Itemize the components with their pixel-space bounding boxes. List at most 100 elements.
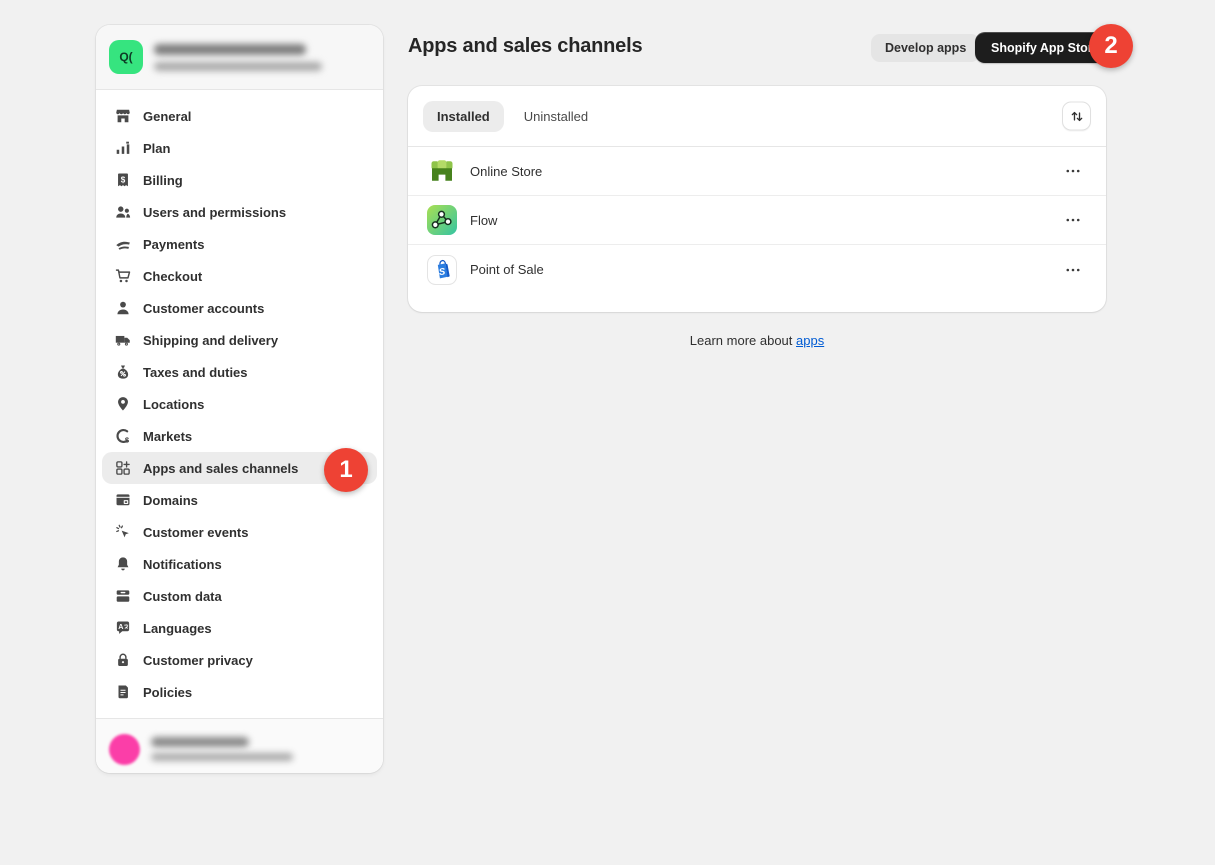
app-name: Online Store	[470, 164, 542, 179]
cart-icon	[113, 266, 133, 286]
person-icon	[113, 298, 133, 318]
sidebar-item-label: Notifications	[143, 557, 222, 572]
sidebar-item-checkout[interactable]: Checkout	[102, 260, 377, 292]
sidebar-item-customer-accounts[interactable]: Customer accounts	[102, 292, 377, 324]
learn-more-text: Learn more about	[690, 333, 796, 348]
sidebar-item-customer-privacy[interactable]: Customer privacy	[102, 644, 377, 676]
online-store-icon	[427, 156, 457, 186]
sidebar-item-locations[interactable]: Locations	[102, 388, 377, 420]
app-name: Point of Sale	[470, 262, 544, 277]
sidebar-item-label: Checkout	[143, 269, 202, 284]
sidebar-item-payments[interactable]: Payments	[102, 228, 377, 260]
sidebar-item-general[interactable]: General	[102, 100, 377, 132]
sidebar-item-customer-events[interactable]: Customer events	[102, 516, 377, 548]
sidebar-item-label: Billing	[143, 173, 183, 188]
sidebar-item-label: Plan	[143, 141, 170, 156]
annotation-badge-1: 1	[324, 448, 368, 492]
settings-sidebar: Q( General Plan $ Billing Users and perm…	[96, 25, 383, 773]
three-dots-icon	[1063, 161, 1083, 181]
tab-uninstalled[interactable]: Uninstalled	[510, 101, 602, 132]
three-dots-icon	[1063, 260, 1083, 280]
store-avatar: Q(	[109, 40, 143, 74]
globe-icon: $	[113, 426, 133, 446]
row-menu-button[interactable]	[1059, 256, 1087, 284]
bell-icon	[113, 554, 133, 574]
domains-icon	[113, 490, 133, 510]
users-icon	[113, 202, 133, 222]
store-email-redacted	[154, 62, 322, 71]
sidebar-item-billing[interactable]: $ Billing	[102, 164, 377, 196]
three-dots-icon	[1063, 210, 1083, 230]
plan-icon	[113, 138, 133, 158]
apps-grid-icon	[113, 458, 133, 478]
sidebar-item-shipping-and-delivery[interactable]: Shipping and delivery	[102, 324, 377, 356]
app-row-online-store[interactable]: Online Store	[408, 147, 1106, 196]
user-identity	[151, 737, 293, 761]
sidebar-item-languages[interactable]: A Languages	[102, 612, 377, 644]
user-account[interactable]	[96, 718, 383, 773]
sort-button[interactable]	[1062, 102, 1091, 131]
sidebar-item-label: Policies	[143, 685, 192, 700]
store-switcher[interactable]: Q(	[96, 25, 383, 90]
sidebar-item-label: Languages	[143, 621, 212, 636]
app-name: Flow	[470, 213, 497, 228]
row-menu-button[interactable]	[1059, 157, 1087, 185]
store-name-redacted	[154, 44, 306, 55]
sidebar-item-label: Locations	[143, 397, 204, 412]
flow-icon	[427, 205, 457, 235]
policy-icon	[113, 682, 133, 702]
sidebar-item-label: Apps and sales channels	[143, 461, 298, 476]
sidebar-item-taxes-and-duties[interactable]: Taxes and duties	[102, 356, 377, 388]
sidebar-item-label: Domains	[143, 493, 198, 508]
sidebar-item-label: General	[143, 109, 191, 124]
payments-icon	[113, 234, 133, 254]
svg-text:$: $	[121, 175, 126, 184]
sort-arrows-icon	[1067, 106, 1087, 126]
sidebar-item-label: Customer accounts	[143, 301, 264, 316]
sidebar-item-label: Users and permissions	[143, 205, 286, 220]
svg-text:$: $	[125, 435, 130, 444]
sidebar-item-label: Payments	[143, 237, 204, 252]
sidebar-item-users-and-permissions[interactable]: Users and permissions	[102, 196, 377, 228]
pos-icon: S	[427, 255, 457, 285]
sidebar-item-label: Customer events	[143, 525, 248, 540]
storefront-icon	[113, 106, 133, 126]
apps-link[interactable]: apps	[796, 333, 824, 348]
sidebar-item-notifications[interactable]: Notifications	[102, 548, 377, 580]
billing-icon: $	[113, 170, 133, 190]
annotation-badge-2: 2	[1089, 24, 1133, 68]
sidebar-item-label: Custom data	[143, 589, 222, 604]
sidebar-item-label: Shipping and delivery	[143, 333, 278, 348]
tab-installed[interactable]: Installed	[423, 101, 504, 132]
store-identity	[154, 44, 322, 71]
page-title: Apps and sales channels	[408, 35, 642, 58]
sidebar-item-markets[interactable]: $ Markets	[102, 420, 377, 452]
user-name-redacted	[151, 737, 249, 747]
custom-data-icon	[113, 586, 133, 606]
sidebar-item-policies[interactable]: Policies	[102, 676, 377, 708]
develop-apps-button[interactable]: Develop apps	[871, 34, 980, 62]
app-row-point-of-sale[interactable]: S Point of Sale	[408, 245, 1106, 294]
user-email-redacted	[151, 753, 293, 761]
location-pin-icon	[113, 394, 133, 414]
truck-icon	[113, 330, 133, 350]
sidebar-item-label: Customer privacy	[143, 653, 253, 668]
learn-more-line: Learn more about apps	[408, 333, 1106, 348]
lock-icon	[113, 650, 133, 670]
apps-tabs-row: InstalledUninstalled	[408, 86, 1106, 147]
sidebar-item-plan[interactable]: Plan	[102, 132, 377, 164]
user-avatar	[109, 734, 140, 765]
taxes-icon	[113, 362, 133, 382]
app-row-flow[interactable]: Flow	[408, 196, 1106, 245]
apps-card: InstalledUninstalled Online Store Flow S…	[408, 86, 1106, 312]
cursor-click-icon	[113, 522, 133, 542]
settings-nav: General Plan $ Billing Users and permiss…	[96, 90, 383, 718]
shopify-settings-page: { "colors": { "page_bg": "#f1f1f1", "ann…	[0, 0, 1215, 865]
sidebar-item-label: Taxes and duties	[143, 365, 248, 380]
translate-icon: A	[113, 618, 133, 638]
sidebar-item-custom-data[interactable]: Custom data	[102, 580, 377, 612]
row-menu-button[interactable]	[1059, 206, 1087, 234]
svg-text:A: A	[118, 622, 123, 631]
apps-list: Online Store Flow S Point of Sale	[408, 147, 1106, 294]
sidebar-item-label: Markets	[143, 429, 192, 444]
